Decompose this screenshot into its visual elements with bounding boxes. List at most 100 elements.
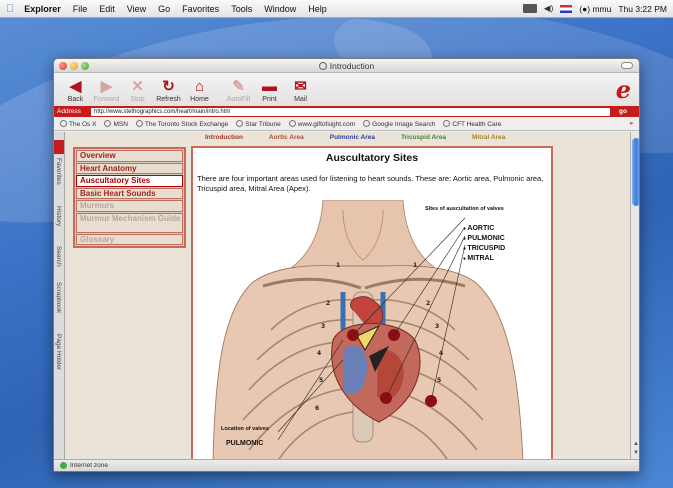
window-title: Introduction — [329, 60, 375, 71]
go-button[interactable]: go — [610, 108, 636, 115]
tab-page-holder[interactable]: Page Holder — [55, 334, 62, 370]
apple-menu-icon[interactable]:  — [6, 3, 14, 15]
location-of-valves-label: Location of valves — [221, 426, 269, 432]
autofill-button[interactable]: ✎ AutoFill — [223, 78, 254, 103]
favorite-link[interactable]: The Toronto Stock Exchange — [135, 119, 228, 128]
favorite-link[interactable]: Google Image Search — [363, 119, 435, 128]
browser-toolbar: ◀ Back ▶ Forward ✕ Stop ↻ Refresh ⌂ Home… — [54, 73, 639, 106]
minimize-window-icon[interactable] — [70, 62, 78, 70]
autofill-label: AutoFill — [226, 96, 251, 103]
stop-button[interactable]: ✕ Stop — [122, 78, 153, 103]
svg-text:4: 4 — [317, 350, 321, 357]
home-icon: ⌂ — [194, 78, 205, 95]
address-input[interactable]: http://www.stethographics.com/heart/main… — [91, 107, 610, 116]
menu-app-name[interactable]: Explorer — [24, 4, 61, 14]
scroll-up-arrow-icon[interactable]: ▲ — [633, 441, 639, 447]
vertical-scrollbar[interactable]: ▲ ▼ — [630, 132, 639, 461]
display-icon[interactable] — [522, 4, 537, 13]
tab-scrapbook[interactable]: Scrapbook — [55, 282, 62, 313]
volume-icon[interactable]: ◀) — [544, 3, 553, 14]
menu-favorites[interactable]: Favorites — [182, 4, 219, 14]
print-button[interactable]: ▬ Print — [254, 78, 285, 103]
address-bar: Address http://www.stethographics.com/he… — [54, 106, 639, 117]
tab-history[interactable]: History — [55, 206, 62, 226]
refresh-icon: ↻ — [162, 78, 175, 95]
content-panel: Auscultatory Sites There are four import… — [191, 146, 553, 461]
explorer-bar-toggle[interactable] — [54, 140, 64, 154]
favorites-overflow-icon[interactable]: » — [629, 120, 633, 127]
favorite-link[interactable]: CFT Health Care — [443, 119, 501, 128]
nav-overview[interactable]: Overview — [76, 150, 183, 162]
nav-heart-anatomy[interactable]: Heart Anatomy — [76, 162, 183, 174]
globe-icon — [236, 119, 244, 127]
printer-icon: ▬ — [262, 78, 277, 95]
pulmonic-valve-label: PULMONIC — [226, 440, 264, 447]
nav-murmur-mechanism-guide: Murmur Mechanism Guide — [76, 212, 183, 233]
nav-glossary: Glossary — [76, 233, 183, 245]
back-label: Back — [67, 96, 84, 103]
menu-tools[interactable]: Tools — [231, 4, 252, 14]
zoom-window-icon[interactable] — [81, 62, 89, 70]
window-controls — [59, 62, 89, 70]
input-flag-icon[interactable] — [560, 4, 573, 13]
refresh-button[interactable]: ↻ Refresh — [153, 78, 184, 103]
page-icon — [318, 61, 327, 70]
menu-file[interactable]: File — [73, 4, 88, 14]
nav-mitral-area[interactable]: Mitral Area — [472, 134, 505, 141]
menu-go[interactable]: Go — [158, 4, 170, 14]
address-label: Address — [57, 108, 81, 115]
menu-clock[interactable]: Thu 3:22 PM — [618, 4, 667, 14]
favorite-link[interactable]: Star Tribune — [236, 119, 281, 128]
legend-title: Sites of auscultation of valves — [425, 206, 504, 212]
menu-help[interactable]: Help — [308, 4, 327, 14]
browser-window: Introduction ◀ Back ▶ Forward ✕ Stop ↻ R… — [53, 58, 640, 472]
globe-icon — [60, 119, 67, 127]
svg-text:5: 5 — [319, 377, 323, 384]
nav-aortic-area[interactable]: Aortic Area — [269, 134, 304, 141]
svg-text:2: 2 — [326, 300, 330, 307]
back-button[interactable]: ◀ Back — [60, 78, 91, 103]
tab-favorites[interactable]: Favorites — [55, 158, 62, 185]
svg-text:3: 3 — [321, 323, 325, 330]
menu-window[interactable]: Window — [264, 4, 296, 14]
nav-pulmonic-area[interactable]: Pulmonic Area — [330, 134, 375, 141]
nav-introduction[interactable]: Introduction — [205, 134, 243, 141]
svg-text:6: 6 — [315, 405, 319, 412]
browser-body: Favorites History Search Scrapbook Page … — [54, 132, 639, 461]
menu-view[interactable]: View — [127, 4, 146, 14]
favorite-link[interactable]: The Os X — [60, 119, 96, 128]
toolbar-toggle-icon[interactable] — [621, 62, 633, 69]
tab-search[interactable]: Search — [55, 246, 62, 267]
svg-text:5: 5 — [437, 377, 441, 384]
stop-label: Stop — [130, 96, 145, 103]
explorer-bar-tabs: Favorites History Search Scrapbook Page … — [54, 132, 65, 461]
window-titlebar[interactable]: Introduction — [54, 59, 639, 73]
menu-extras: ◀) (●) mmu Thu 3:22 PM — [522, 3, 667, 14]
favorite-link[interactable]: MSN — [104, 119, 128, 128]
globe-icon — [135, 119, 143, 127]
valve-legend: AORTIC PULMONIC TRICUSPID MITRAL — [463, 224, 505, 264]
refresh-label: Refresh — [156, 96, 181, 103]
nav-basic-heart-sounds[interactable]: Basic Heart Sounds — [76, 187, 183, 199]
forward-button[interactable]: ▶ Forward — [91, 78, 122, 103]
mail-button[interactable]: ✉ Mail — [285, 78, 316, 103]
mail-label: Mail — [294, 96, 307, 103]
menu-edit[interactable]: Edit — [99, 4, 115, 14]
nav-auscultatory-sites[interactable]: Auscultatory Sites — [76, 175, 183, 187]
keyboard-menu[interactable]: (●) mmu — [579, 4, 611, 14]
nav-murmurs: Murmurs — [76, 200, 183, 212]
stop-x-icon: ✕ — [131, 78, 144, 95]
home-label: Home — [190, 96, 209, 103]
legend-mitral: MITRAL — [463, 254, 505, 264]
autofill-pen-icon: ✎ — [232, 78, 245, 95]
mail-icon: ✉ — [294, 78, 307, 95]
scroll-down-arrow-icon[interactable]: ▼ — [633, 450, 639, 456]
back-arrow-icon: ◀ — [69, 78, 82, 95]
favorites-bar: The Os X MSN The Toronto Stock Exchange … — [54, 117, 639, 131]
home-button[interactable]: ⌂ Home — [184, 78, 215, 103]
scrollbar-thumb[interactable] — [632, 138, 639, 206]
left-navigation: Overview Heart Anatomy Auscultatory Site… — [73, 147, 186, 248]
nav-tricuspid-area[interactable]: Tricuspid Area — [401, 134, 446, 141]
close-window-icon[interactable] — [59, 62, 67, 70]
favorite-link[interactable]: www.giftofsight.com — [288, 119, 355, 128]
